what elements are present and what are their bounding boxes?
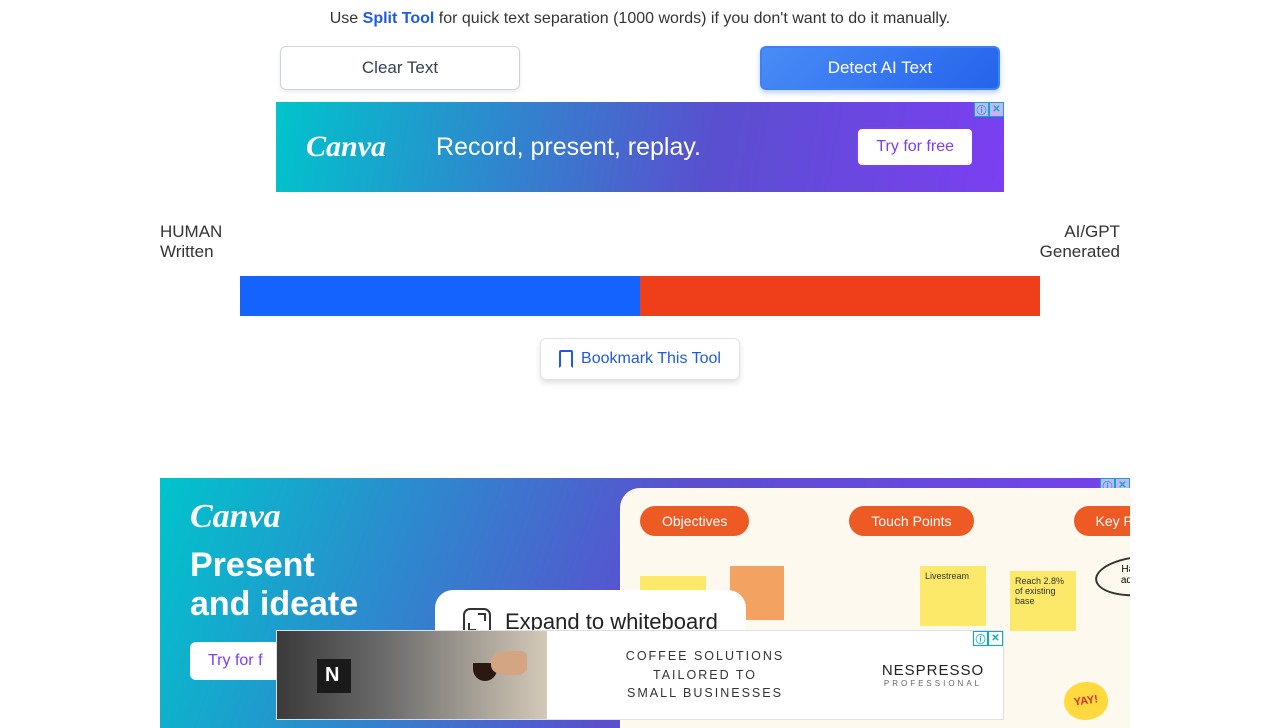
nespresso-copy: COFFEE SOLUTIONS TAILORED TO SMALL BUSIN… [547,631,863,719]
headline-1: Present [190,546,358,585]
ad-headline: Record, present, replay. [436,133,856,162]
pill-touchpoints: Touch Points [849,506,973,536]
nespresso-brand: NESPRESSO [882,662,984,679]
ad-close-icon[interactable]: ✕ [988,631,1003,646]
nespresso-n-logo: N [325,664,339,687]
ad-cta-button[interactable]: Try for free [856,127,974,167]
hand-graphic [491,651,527,675]
nespresso-line2: TAILORED TO [653,666,757,685]
bookmark-icon [559,350,573,368]
nespresso-line1: COFFEE SOLUTIONS [626,647,784,666]
ai-label: AI/GPT Generated [1040,222,1120,262]
nespresso-image: N [277,631,547,719]
ad-info-icon[interactable]: ⓘ [974,102,989,117]
canva-logo-large: Canva [190,498,358,536]
split-tool-link[interactable]: Split Tool [363,10,435,27]
hint-text: Use Split Tool for quick text separation… [0,0,1280,46]
human-label-2: Written [160,242,222,262]
ad-close-icon[interactable]: ✕ [989,102,1004,117]
headline-2: and ideate [190,585,358,624]
pill-objectives: Objectives [640,506,749,536]
ai-label-2: Generated [1040,242,1120,262]
ai-bar-segment [640,276,1040,316]
bookmark-button[interactable]: Bookmark This Tool [540,338,740,380]
ad-controls: ⓘ ✕ [974,102,1004,117]
hint-before: Use [330,10,363,27]
canva-ad-banner[interactable]: ⓘ ✕ Canva Record, present, replay. Try f… [276,102,1004,192]
ad-large-headline: Present and ideate [190,546,358,624]
pill-kpi: Key Performance Indicators [1074,506,1130,536]
clear-text-button[interactable]: Clear Text [280,46,520,90]
human-bar-segment [240,276,640,316]
human-label: HUMAN Written [160,222,222,262]
whiteboard-pills: Objectives Touch Points Key Performance … [640,506,1130,536]
hint-after: for quick text separation (1000 words) i… [434,10,950,27]
sticky-note: Reach 2.8% of existing base [1010,571,1076,631]
ai-label-1: AI/GPT [1040,222,1120,242]
human-label-1: HUMAN [160,222,222,242]
nespresso-line3: SMALL BUSINESSES [627,684,783,703]
nespresso-ad-banner[interactable]: ⓘ ✕ N COFFEE SOLUTIONS TAILORED TO SMALL… [276,630,1004,720]
action-buttons: Clear Text Detect AI Text [0,46,1280,90]
hashtag-text: Hashtag adoption [1110,564,1130,586]
ad-controls-nespresso: ⓘ ✕ [973,631,1003,646]
ad-info-icon[interactable]: ⓘ [973,631,988,646]
ad-large-cta[interactable]: Try for f [190,642,281,680]
result-bar [240,276,1040,316]
detect-ai-button[interactable]: Detect AI Text [760,46,1000,90]
canva-logo: Canva [306,130,386,164]
nespresso-sub: PROFESSIONAL [884,679,982,688]
bookmark-label: Bookmark This Tool [581,350,721,368]
result-labels: HUMAN Written AI/GPT Generated [160,222,1120,262]
sticky-note: Livestream [920,566,986,626]
